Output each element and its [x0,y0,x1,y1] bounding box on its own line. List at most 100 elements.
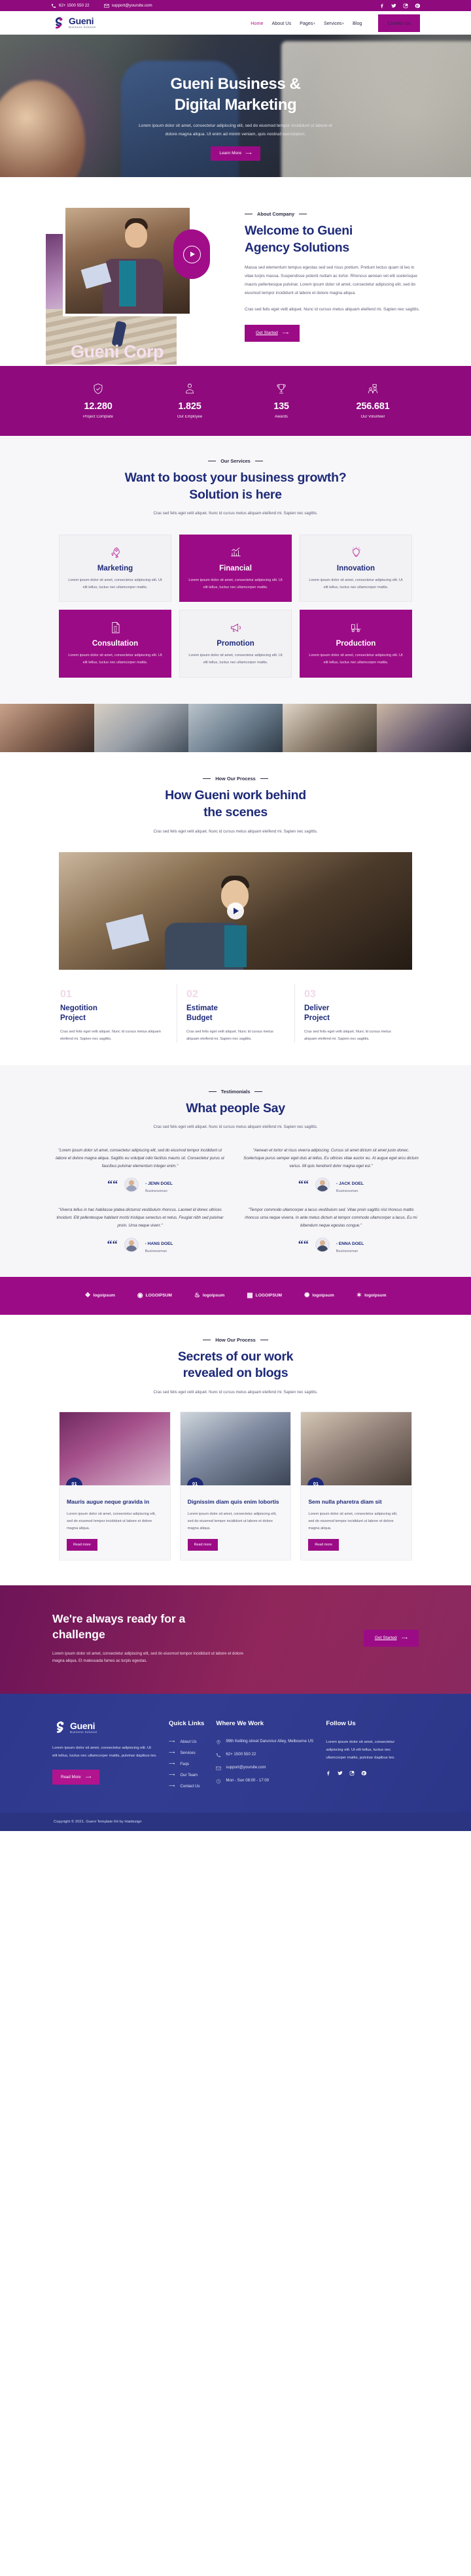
testimonial-name: - JACK DOEL [336,1181,364,1187]
service-title: Production [336,640,376,648]
blog-read-more-button[interactable]: Read more [308,1538,339,1551]
process-video[interactable] [59,851,412,970]
blog-card[interactable]: 01 Apr Sem nulla pharetra diam sit Lorem… [300,1412,412,1560]
about-paragraph-1: Massa sed elementum tempus egestas sed s… [245,265,417,295]
nav-item-services[interactable]: Services+ [324,20,344,26]
pinterest-icon[interactable] [415,3,420,8]
dash-icon [260,778,268,780]
services-title-line2: Solution is here [189,487,282,502]
arrow-right-icon: ⟶ [169,1740,175,1745]
footer-social-links [326,1771,411,1776]
quote-icon: ““ [107,1238,118,1250]
service-title: Marketing [97,564,133,572]
blog-day: 01 [71,1481,77,1486]
nav-item-pages[interactable]: Pages+ [300,20,315,26]
services-section: Our Services Want to boost your business… [0,436,471,704]
footer-link-our-team[interactable]: ⟶ Our Team [169,1772,204,1778]
brand-logo[interactable]: Gueni Business Solution [51,16,96,30]
blog-date-badge: 01 Apr [307,1478,324,1486]
services-title-line1: Want to boost your business growth? [124,471,347,485]
service-card-consultation[interactable]: Consultation Lorem ipsum dolor sit amet,… [59,610,171,678]
hero-learn-more-button[interactable]: Learn More ⟶ [211,146,260,161]
stat-number: 1.825 [178,401,201,412]
copyright-text: Copyright © 2021. Gueni Template Kit by … [54,1820,142,1825]
testimonial-quote: "Lorem ipsum dolor sit amet, consectetur… [56,1148,224,1168]
blog-post-title: Dignissim diam quis enim lobortis [187,1498,279,1506]
partner-logos-bar: ❖ logoipsum ◉ LOGOIPSUM ♨ logoipsum ▩ LOGOIP… [0,1276,471,1315]
blog-card[interactable]: 01 Apr Mauris augue neque gravida in Lor… [59,1412,171,1560]
footer-follow-text: Lorem ipsum dolor sit amet, consectetur … [326,1740,395,1760]
blog-card[interactable]: 01 Apr Dignissim diam quis enim lobortis… [179,1412,292,1560]
twitter-icon[interactable] [338,1771,343,1776]
blog-day: 01 [313,1481,319,1486]
facebook-icon[interactable] [379,3,385,8]
cta-button-label: Get Started [374,1636,397,1641]
nav-item-about-us[interactable]: About Us [271,20,291,26]
twitter-icon[interactable] [391,3,396,8]
cta-title-line2: challenge [52,1627,105,1641]
about-play-button[interactable] [173,229,210,279]
footer-read-more-label: Read More [61,1774,81,1779]
service-title: Consultation [92,640,139,648]
forklift-icon [309,619,403,635]
footer-brand-logo[interactable]: Gueni Business Solution [52,1720,157,1734]
page-root: 62+ 1500 550 22 support@yoursite.com Gue… [0,0,471,1832]
process-eyebrow-label: How Our Process [215,776,256,782]
cta-get-started-button[interactable]: Get Started ⟶ [363,1629,419,1647]
about-visual: Gueni Corp [39,203,236,365]
topbar-phone[interactable]: 62+ 1500 550 22 [51,3,90,8]
blog-read-more-button[interactable]: Read more [187,1538,218,1551]
service-card-marketing[interactable]: Marketing Lorem ipsum dolor sit amet, co… [59,534,171,603]
step-number: 03 [304,988,316,1000]
hero-title: Gueni Business & Digital Marketing [52,74,419,115]
service-card-innovation[interactable]: Innovation Lorem ipsum dolor sit amet, c… [300,534,412,603]
video-play-button[interactable] [227,902,244,919]
blog-post-text: Lorem ipsum dolor sit amet, consectetur … [67,1512,156,1530]
blog-read-more-button[interactable]: Read more [67,1538,97,1551]
service-card-financial[interactable]: Financial Lorem ipsum dolor sit amet, co… [179,534,292,603]
strip-photo [94,704,188,753]
instagram-icon[interactable] [403,3,408,8]
facebook-icon[interactable] [326,1771,331,1776]
testimonials-eyebrow-label: Testimonials [220,1088,251,1095]
footer-link-services[interactable]: ⟶ Services [169,1750,204,1756]
blog-post-title: Sem nulla pharetra diam sit [308,1498,382,1506]
testimonial-name: - HANS DOEL [145,1241,173,1246]
testimonials-eyebrow: Testimonials [0,1089,471,1095]
topbar-email[interactable]: support@yoursite.com [103,3,152,8]
service-card-promotion[interactable]: Promotion Lorem ipsum dolor sit amet, co… [179,610,292,678]
footer-phone[interactable]: 62+ 1500 550 22 [216,1752,314,1759]
gueni-logo-icon [51,16,65,30]
footer-link-faqs[interactable]: ⟶ Faqs [169,1761,204,1767]
footer-link-contact-us[interactable]: ⟶ Contact Us [169,1783,204,1789]
service-text: Lorem ipsum dolor sit amet, consectetur … [68,578,162,589]
footer-link-about-us[interactable]: ⟶ About Us [169,1739,204,1745]
about-title: Welcome to Gueni Agency Solutions [245,223,423,256]
footer-email[interactable]: support@yoursite.com [216,1765,314,1772]
step-text: Cras sed felis eget velit aliquet. Nunc … [304,1029,391,1041]
testimonial-role: Businessman [336,1249,358,1253]
megaphone-icon [188,619,283,635]
blog-thumbnail: 01 Apr [180,1412,291,1486]
instagram-icon[interactable] [349,1771,355,1776]
blog-thumbnail: 01 Apr [301,1412,411,1486]
lightbulb-icon [309,544,403,560]
footer-hours: Mon - Sun 08:00 - 17:00 [216,1778,314,1785]
services-cards: Marketing Lorem ipsum dolor sit amet, co… [59,534,412,678]
footer-read-more-button[interactable]: Read More ⟶ [52,1769,100,1785]
pinterest-icon[interactable] [361,1771,367,1776]
nav-item-blog[interactable]: Blog [353,20,362,26]
service-card-production[interactable]: Production Lorem ipsum dolor sit amet, c… [300,610,412,678]
stat-number: 256.681 [356,401,390,412]
about-button-label: Get Started [256,331,278,336]
nav-item-home[interactable]: Home [251,20,263,26]
arrow-right-icon: ⟶ [169,1762,175,1767]
process-step: 01 Negotition Project Cras sed felis eget… [59,984,177,1043]
testimonial-card: "Tempor commodo ullamcorper a lacus vest… [243,1206,419,1253]
volunteer-icon [327,382,419,396]
logo-circle-icon: ◉ [137,1292,143,1300]
envelope-icon [103,3,109,8]
contact-us-button[interactable]: Contact Us [378,14,420,32]
step-text: Cras sed felis eget velit aliquet. Nunc … [60,1029,161,1041]
about-get-started-button[interactable]: Get Started ⟶ [245,324,300,342]
